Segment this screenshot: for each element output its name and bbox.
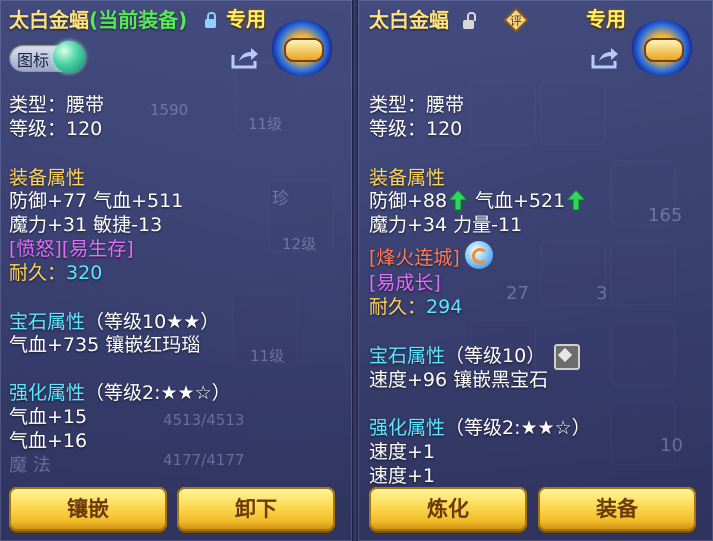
enh-attr-heading: 强化属性: [369, 417, 446, 439]
equip-badge-icon: [630, 20, 694, 76]
stat-line: 防御+77 气血+511: [9, 190, 184, 212]
enh-line: 速度+1: [369, 441, 436, 463]
type-line: 类型：腰带: [9, 94, 105, 116]
refine-button[interactable]: 炼化: [369, 487, 527, 531]
item-title: 太白金蝠(当前装备): [9, 9, 187, 31]
bg-text: 11级: [248, 115, 283, 133]
equip-badge-icon: [270, 20, 334, 76]
bg-text: 12级: [282, 235, 317, 253]
bg-text: 4177/4177: [163, 451, 245, 469]
durability: 耐久：294: [369, 296, 462, 318]
level-line: 等级：120: [9, 118, 103, 140]
stat-line: 魔力+34 力量-11: [369, 214, 523, 236]
durability-value: 294: [426, 296, 463, 318]
ping-icon[interactable]: 评: [503, 7, 529, 33]
gem-level: （等级10）: [445, 345, 546, 367]
up-arrow-icon: [566, 189, 586, 211]
up-arrow-icon: [448, 189, 468, 211]
gem-line: 气血+735 镶嵌红玛瑙: [9, 334, 201, 356]
bg-text: 27: [506, 283, 529, 304]
exclusive-tag: 专用: [226, 7, 266, 31]
special-attr: [易成长]: [369, 272, 441, 294]
gem-attr-row: 宝石属性（等级10）: [369, 345, 545, 367]
durability-label: 耐久：: [9, 262, 67, 284]
toggle-knob: [53, 41, 85, 73]
icon-toggle[interactable]: 图标: [9, 41, 85, 73]
enh-level: （等级2:★★☆）: [85, 382, 231, 404]
type-line: 类型：腰带: [369, 94, 465, 116]
toggle-label: 图标: [17, 51, 50, 70]
share-icon[interactable]: [230, 46, 260, 70]
enh-line: 速度+1: [369, 465, 436, 487]
bg-text: 3: [596, 283, 608, 304]
item-name: 太白金蝠: [369, 8, 449, 32]
refresh-icon[interactable]: [465, 241, 493, 269]
gem-attr-heading: 宝石属性: [9, 311, 86, 333]
item-name: 太白金蝠: [9, 8, 89, 32]
enh-line: 气血+15: [9, 406, 88, 428]
exclusive-tag: 专用: [586, 7, 626, 31]
enh-attr-row: 强化属性（等级2:★★☆）: [9, 382, 231, 404]
durability-label: 耐久：: [369, 296, 427, 318]
current-equip-tag: (当前装备): [89, 8, 188, 32]
durability: 耐久：320: [9, 262, 102, 284]
gem-line: 速度+96 镶嵌黑宝石: [369, 369, 549, 391]
bg-text: 珍: [272, 189, 289, 209]
bg-text: 11级: [250, 347, 285, 365]
inlay-button[interactable]: 镶嵌: [9, 487, 167, 531]
stat-line: 魔力+31 敏捷-13: [9, 214, 163, 236]
unlock-icon[interactable]: [463, 12, 476, 29]
enh-attr-row: 强化属性（等级2:★★☆）: [369, 417, 591, 439]
gem-icon: [554, 344, 580, 370]
share-icon[interactable]: [590, 46, 620, 70]
special-attr: [愤怒][易生存]: [9, 238, 134, 260]
gem-attr-row: 宝石属性（等级10★★）: [9, 311, 219, 333]
bg-text: 1590: [150, 101, 189, 119]
ping-text: 评: [510, 14, 522, 28]
unequip-button[interactable]: 卸下: [177, 487, 335, 531]
gem-attr-heading: 宝石属性: [369, 345, 446, 367]
equip-button[interactable]: 装备: [538, 487, 696, 531]
bg-text: 165: [648, 205, 683, 226]
gem-level: （等级10★★）: [85, 311, 220, 333]
bg-text: 魔 法: [9, 455, 51, 476]
bg-text: 4513/4513: [163, 411, 245, 429]
level-line: 等级：120: [369, 118, 463, 140]
enh-attr-heading: 强化属性: [9, 382, 86, 404]
special-attr: [烽火连城]: [369, 247, 460, 269]
enh-level: （等级2:★★☆）: [445, 417, 591, 439]
enh-line: 气血+16: [9, 430, 88, 452]
durability-value: 320: [66, 262, 103, 284]
lock-icon[interactable]: [205, 12, 216, 28]
equip-attr-heading: 装备属性: [369, 167, 446, 189]
stat-hp: 气血+521: [475, 190, 566, 212]
bg-text: 10: [660, 435, 683, 456]
stat-def: 防御+88: [369, 190, 448, 212]
equip-attr-heading: 装备属性: [9, 167, 86, 189]
